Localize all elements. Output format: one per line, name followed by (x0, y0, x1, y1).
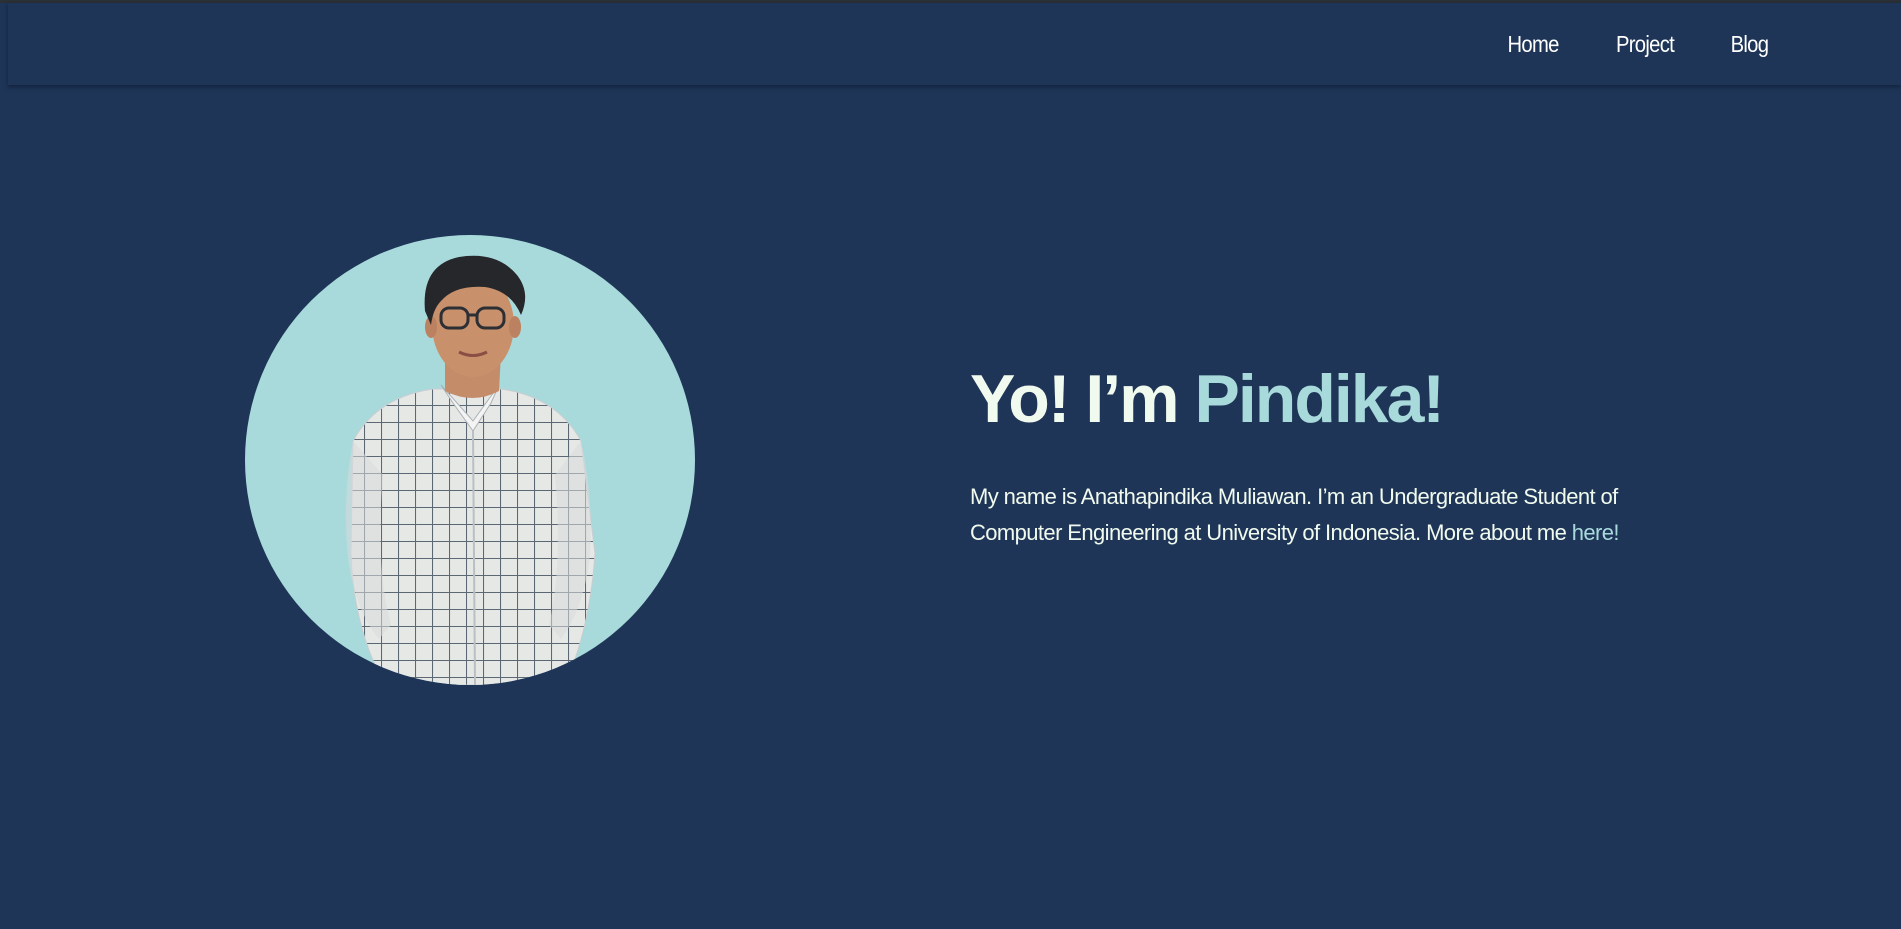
profile-photo-illustration (345, 255, 596, 685)
hero-section: Yo! I’m Pindika! My name is Anathapindik… (970, 365, 1710, 551)
nav-item-home[interactable]: Home (1508, 31, 1560, 58)
headline-greeting: Yo! I’m (970, 361, 1195, 437)
hero-intro: My name is Anathapindika Muliawan. I’m a… (970, 479, 1710, 551)
profile-photo (245, 235, 695, 685)
intro-text: My name is Anathapindika Muliawan. I’m a… (970, 484, 1618, 545)
headline-name: Pindika! (1194, 361, 1445, 437)
nav-item-blog[interactable]: Blog (1731, 31, 1769, 58)
nav-links: Home Project Blog (1504, 3, 1771, 85)
nav-item-project[interactable]: Project (1616, 31, 1675, 58)
about-me-link[interactable]: here! (1572, 520, 1620, 545)
navbar: Home Project Blog (8, 3, 1901, 85)
hero-headline: Yo! I’m Pindika! (970, 365, 1710, 433)
